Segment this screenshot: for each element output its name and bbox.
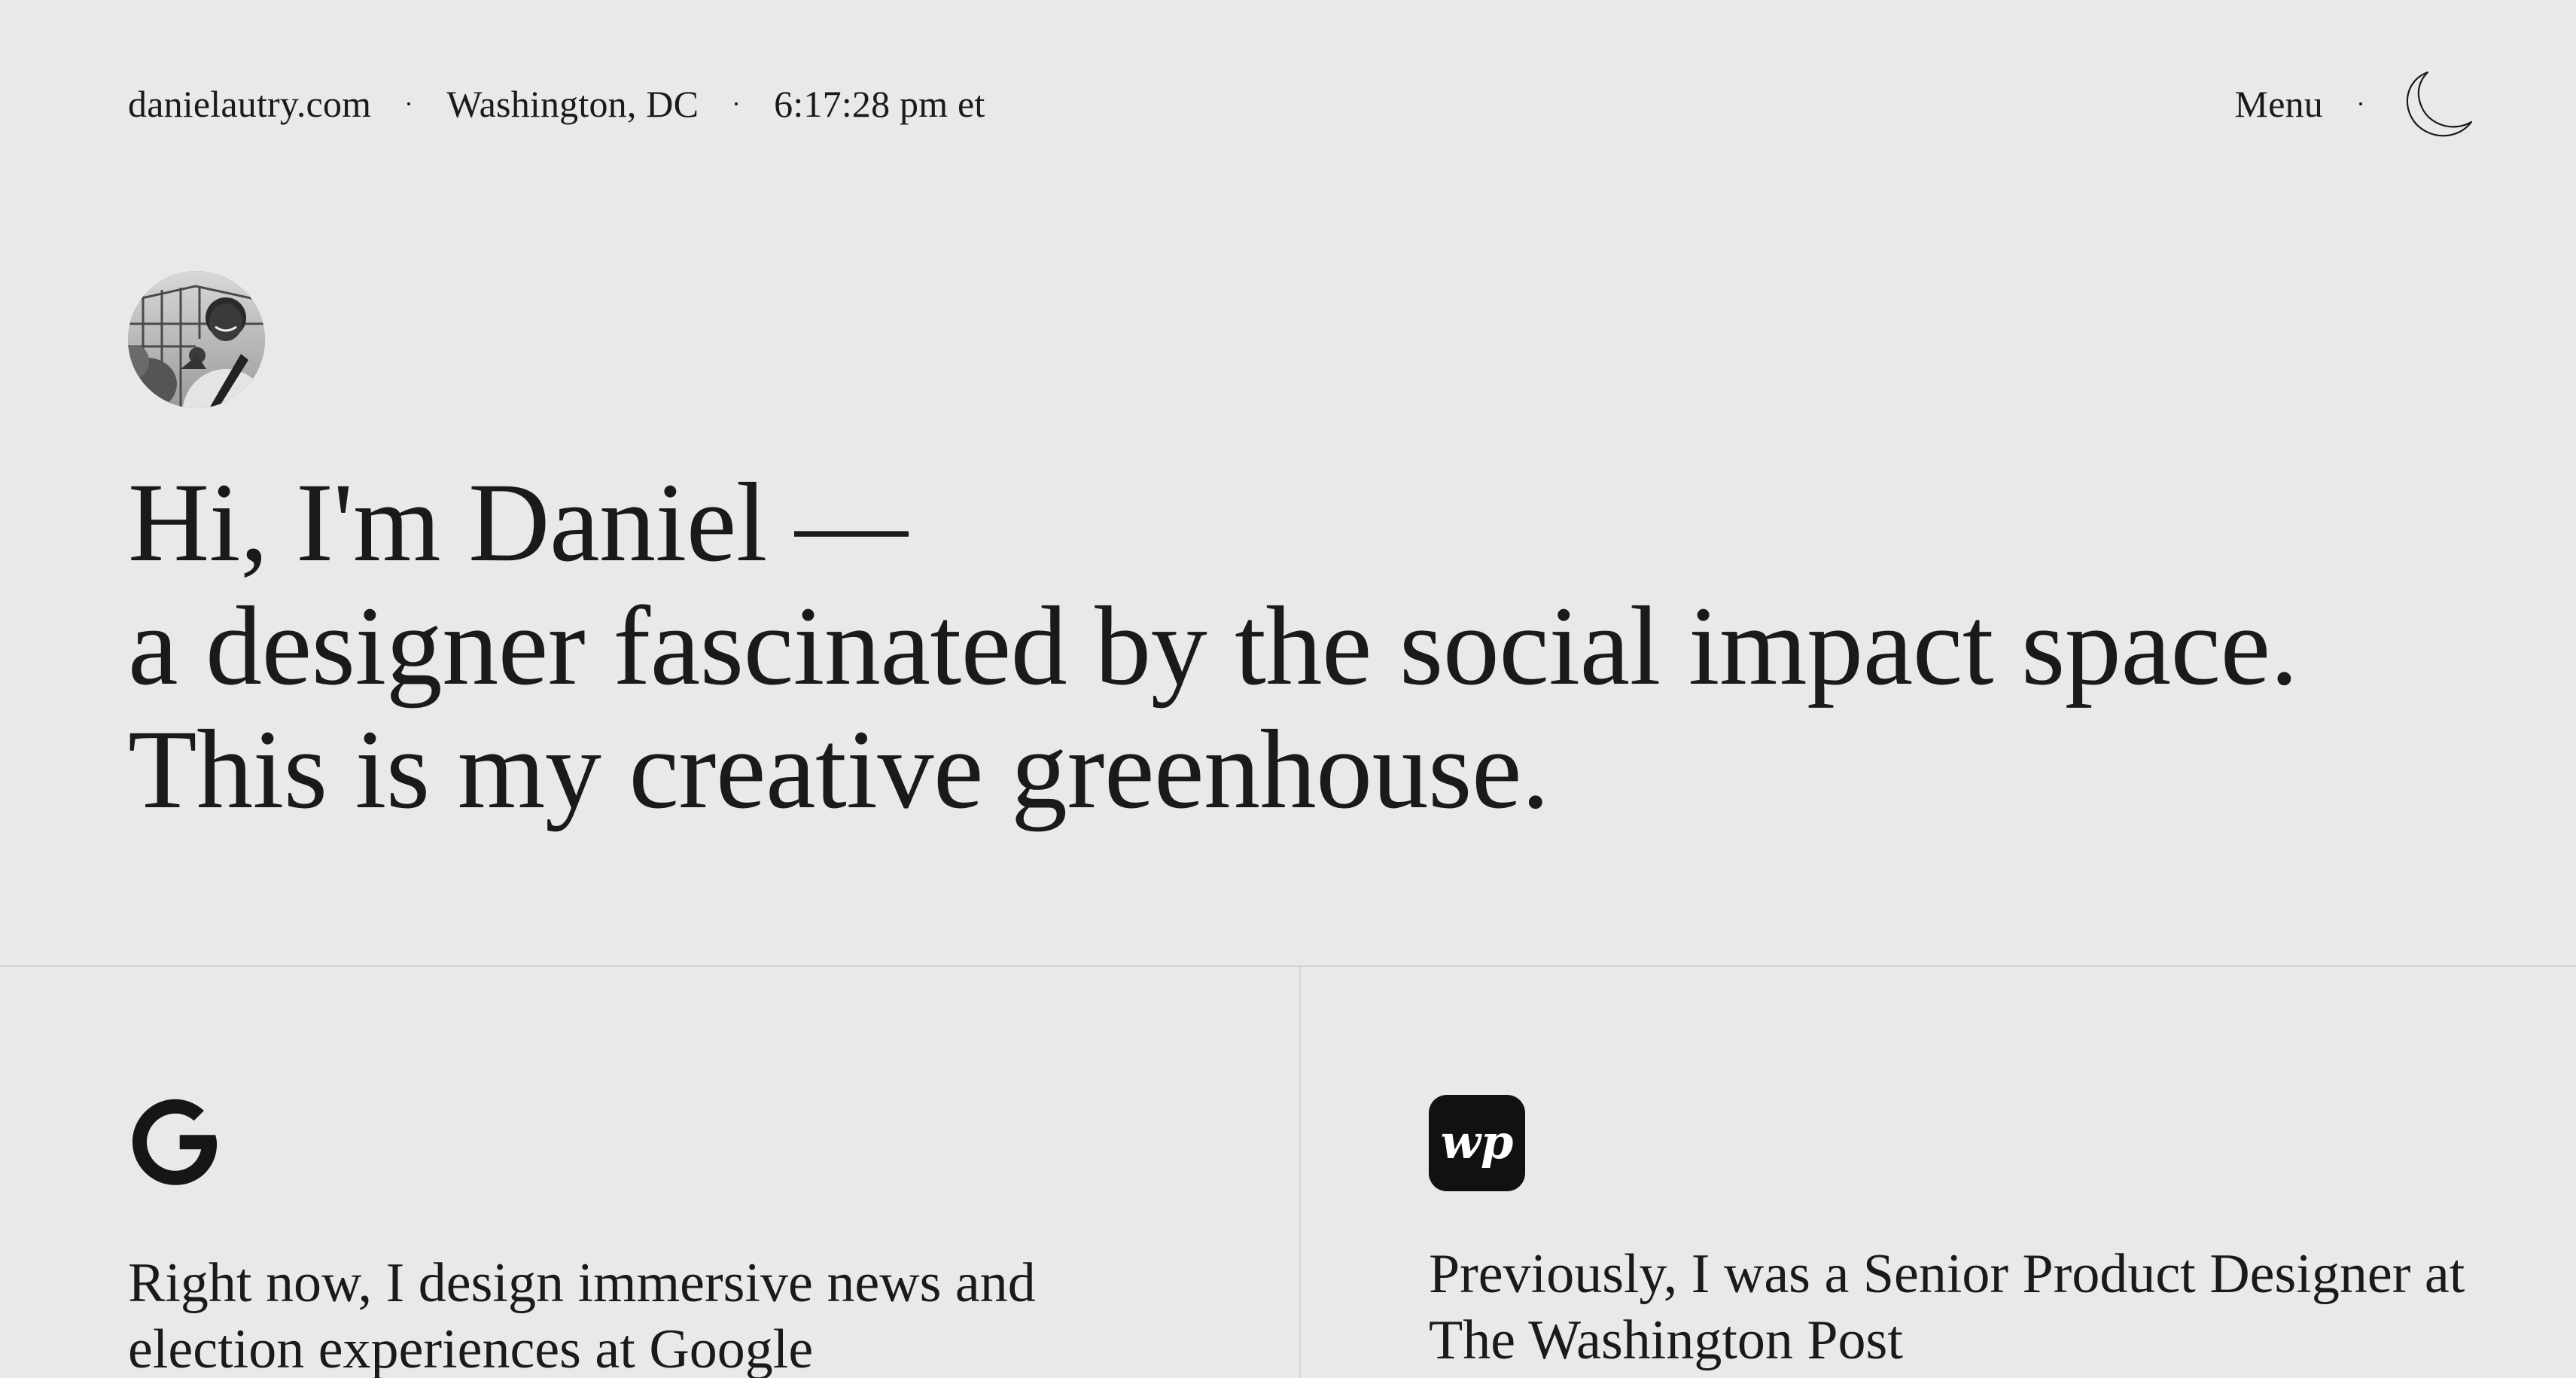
menu-button[interactable]: Menu (2235, 82, 2323, 126)
clock-text: 6:17:28 pm et (774, 83, 985, 125)
top-nav: danielautry.com Washington, DC 6:17:28 p… (128, 71, 2473, 137)
washington-post-glyph: wp (1441, 1114, 1514, 1169)
top-nav-right: Menu (2235, 66, 2474, 142)
washington-post-logo-icon: wp (1429, 1095, 1525, 1191)
separator-dot (407, 102, 411, 105)
washington-post-card-text: Previously, I was a Senior Product Desig… (1429, 1243, 2465, 1371)
avatar-photo (128, 271, 265, 408)
separator-dot (735, 102, 738, 105)
site-link[interactable]: danielautry.com (128, 82, 371, 126)
column-divider (1299, 967, 1301, 1378)
theme-toggle-button[interactable] (2398, 66, 2474, 142)
hero-headline: Hi, I'm Daniel — a designer fascinated b… (128, 461, 2462, 831)
section-divider (0, 965, 2576, 967)
svg-text:wp: wp (1441, 1114, 1514, 1169)
hero-line-1: Hi, I'm Daniel — (128, 460, 908, 585)
google-logo-icon (132, 1099, 218, 1185)
location-text: Washington, DC (446, 83, 699, 125)
top-nav-left: danielautry.com Washington, DC 6:17:28 p… (128, 82, 985, 126)
avatar (128, 271, 265, 408)
moon-icon (2406, 71, 2473, 137)
separator-dot (2359, 102, 2362, 105)
google-card-text: Right now, I design immersive news and e… (128, 1252, 1036, 1378)
page: danielautry.com Washington, DC 6:17:28 p… (0, 0, 2576, 1378)
hero-line-2: a designer fascinated by the social impa… (128, 584, 2298, 709)
hero-line-3: This is my creative greenhouse. (128, 707, 1550, 832)
